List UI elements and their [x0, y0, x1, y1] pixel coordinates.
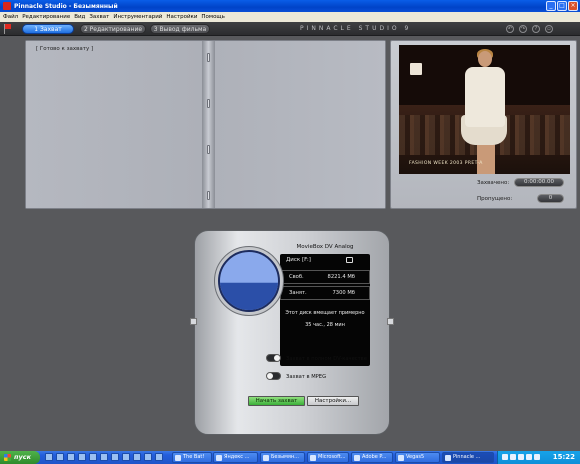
- trash-icon[interactable]: ▫: [545, 25, 553, 33]
- quick-launch-icon[interactable]: [89, 453, 97, 461]
- captured-counter: 0:00:00.00: [514, 178, 564, 187]
- taskbar-item-active[interactable]: Pinnacle ...: [442, 452, 494, 463]
- disk-usage-gauge: [218, 250, 280, 312]
- menu-file[interactable]: Файл: [3, 14, 18, 20]
- remaining-text: Этот диск вмещает примерно: [285, 310, 365, 316]
- free-value: 8221.4 Мб: [327, 274, 355, 280]
- tray-icon[interactable]: [502, 454, 508, 460]
- close-button[interactable]: ×: [568, 1, 578, 11]
- clock: 15:22: [552, 453, 575, 461]
- album-left-page: [26, 41, 202, 208]
- disk-select-icon[interactable]: [346, 257, 353, 263]
- used-label: Занят.: [289, 290, 307, 296]
- tray-icon[interactable]: [510, 454, 516, 460]
- dropped-counter: 0: [537, 194, 564, 203]
- tray-icon[interactable]: [534, 454, 540, 460]
- disk-usage-fill: [220, 282, 278, 310]
- capture-status: [ Готово к захвату ]: [36, 46, 94, 52]
- quick-launch-icon[interactable]: [133, 453, 141, 461]
- used-space-row: Занят. 7300 Мб: [280, 286, 370, 300]
- tab-capture[interactable]: 1 Захват: [22, 24, 74, 34]
- quick-launch-icon[interactable]: [144, 453, 152, 461]
- remaining-time: 35 час., 28 мин: [305, 322, 345, 328]
- menu-settings[interactable]: Настройки: [166, 14, 197, 20]
- dv-quality-toggle[interactable]: [266, 354, 281, 362]
- taskbar-item[interactable]: Microsoft...: [307, 452, 349, 463]
- free-label: Своб.: [289, 274, 304, 280]
- tab-make-movie[interactable]: 3 Вывод фильма: [150, 24, 210, 34]
- side-knob: [387, 318, 394, 325]
- taskbar-item[interactable]: Vegas5: [395, 452, 440, 463]
- tray-icon[interactable]: [526, 454, 532, 460]
- pinnacle-app-icon: [3, 2, 11, 10]
- help-icon[interactable]: ?: [532, 25, 540, 33]
- capture-settings-button[interactable]: Настройки...: [307, 396, 359, 406]
- spine-ring: [207, 145, 210, 154]
- album-spine: [202, 41, 215, 208]
- start-capture-button[interactable]: Начать захват: [248, 396, 305, 406]
- quick-launch-icon[interactable]: [111, 453, 119, 461]
- mpeg-toggle[interactable]: [266, 372, 281, 380]
- quick-launch: [45, 453, 163, 461]
- device-name: MovieBox DV Analog: [296, 244, 354, 250]
- taskbar-item[interactable]: The Bat!: [172, 452, 212, 463]
- maximize-button[interactable]: □: [557, 1, 567, 11]
- spine-ring: [207, 191, 210, 200]
- quick-launch-icon[interactable]: [78, 453, 86, 461]
- taskbar-item[interactable]: Adobe P...: [351, 452, 393, 463]
- menu-bar: Файл Редактирование Вид Захват Инструмен…: [0, 12, 580, 22]
- start-button[interactable]: пуск: [0, 451, 40, 464]
- taskbar-item[interactable]: Яндекс ...: [213, 452, 258, 463]
- taskbar-item[interactable]: Безымян...: [260, 452, 305, 463]
- quick-launch-icon[interactable]: [100, 453, 108, 461]
- taskbar: пуск The Bat! Яндекс ... Безымян... Micr…: [0, 451, 580, 464]
- remaining-capacity: Этот диск вмещает примерно 35 час., 28 м…: [280, 307, 370, 341]
- system-tray: 15:22: [497, 451, 580, 464]
- window-title: Pinnacle Studio - Безымянный: [14, 2, 118, 10]
- brand-logo: PINNACLE STUDIO 9: [300, 25, 412, 32]
- spine-ring: [207, 99, 210, 108]
- video-preview: FASHION WEEK 2003 PRET-A: [399, 45, 570, 174]
- tray-icon[interactable]: [518, 454, 524, 460]
- quick-launch-icon[interactable]: [45, 453, 53, 461]
- quick-launch-icon[interactable]: [56, 453, 64, 461]
- used-value: 7300 Мб: [332, 290, 355, 296]
- quick-launch-icon[interactable]: [122, 453, 130, 461]
- side-knob: [190, 318, 197, 325]
- captured-label: Захвачено:: [477, 180, 510, 186]
- toolbar-icons: ↶ ↷ ? ▫: [506, 25, 553, 33]
- spine-ring: [207, 53, 210, 62]
- show-logo: [410, 63, 422, 75]
- capture-device: MovieBox DV Analog Диск [F:] Своб. 8221.…: [186, 230, 400, 440]
- free-space-row: Своб. 8221.4 Мб: [280, 270, 370, 284]
- album-right-page: [215, 41, 385, 208]
- undo-icon[interactable]: ↶: [506, 25, 514, 33]
- title-bar: Pinnacle Studio - Безымянный _ □ ×: [0, 0, 580, 12]
- menu-capture[interactable]: Захват: [89, 14, 109, 20]
- menu-edit[interactable]: Редактирование: [22, 14, 70, 20]
- preview-player: FASHION WEEK 2003 PRET-A Захвачено: 0:00…: [390, 40, 577, 209]
- quick-launch-icon[interactable]: [67, 453, 75, 461]
- flag-icon: [4, 24, 12, 34]
- studio-toolbar: 1 Захват 2 Редактирование 3 Вывод фильма…: [0, 22, 580, 36]
- disk-label: Диск [F:]: [286, 257, 311, 263]
- menu-tools[interactable]: Инструментарий: [113, 14, 162, 20]
- menu-help[interactable]: Помощь: [201, 14, 224, 20]
- video-caption: FASHION WEEK 2003 PRET-A: [409, 161, 483, 166]
- mpeg-label: Захват в MPEG: [286, 374, 327, 380]
- capture-album-panel: [ Готово к захвату ]: [25, 40, 386, 209]
- tray-icons: [502, 454, 540, 460]
- menu-view[interactable]: Вид: [74, 14, 85, 20]
- dropped-label: Пропущено:: [477, 196, 513, 202]
- tab-edit[interactable]: 2 Редактирование: [80, 24, 146, 34]
- window-controls: _ □ ×: [546, 1, 578, 11]
- minimize-button[interactable]: _: [546, 1, 556, 11]
- redo-icon[interactable]: ↷: [519, 25, 527, 33]
- quick-launch-icon[interactable]: [155, 453, 163, 461]
- dv-quality-label: Захват в полном DV-качестве: [286, 356, 367, 362]
